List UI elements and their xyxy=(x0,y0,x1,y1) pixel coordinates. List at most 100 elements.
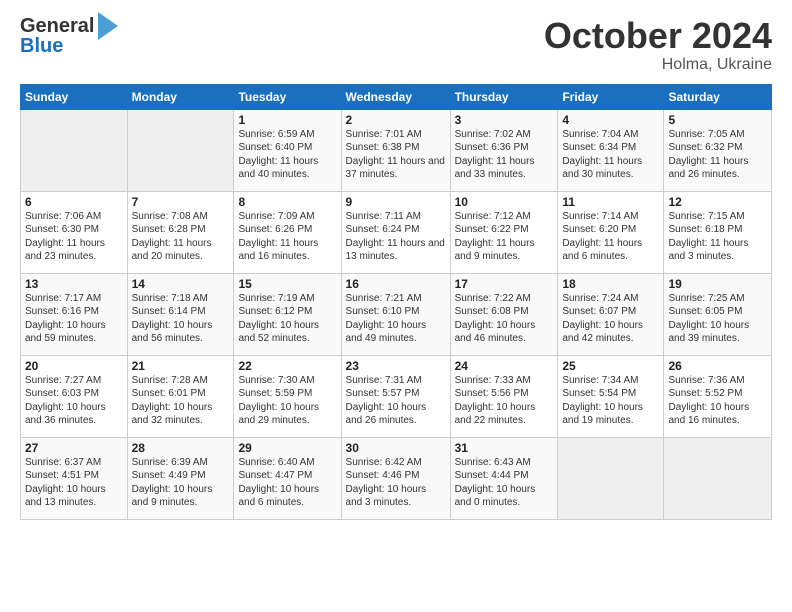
daylight: Daylight: 10 hours and 0 minutes. xyxy=(455,484,536,509)
daylight: Daylight: 11 hours and 9 minutes. xyxy=(455,238,535,263)
daylight: Daylight: 10 hours and 56 minutes. xyxy=(132,320,213,345)
day-info: Sunrise: 7:28 AM Sunset: 6:01 PM Dayligh… xyxy=(132,374,230,428)
sunset: Sunset: 4:49 PM xyxy=(132,470,206,481)
day-info: Sunrise: 7:09 AM Sunset: 6:26 PM Dayligh… xyxy=(238,210,336,264)
sunrise: Sunrise: 7:31 AM xyxy=(346,375,422,386)
day-number: 1 xyxy=(238,113,336,127)
calendar-cell xyxy=(127,109,234,191)
day-number: 24 xyxy=(455,359,554,373)
day-number: 23 xyxy=(346,359,446,373)
sunrise: Sunrise: 7:06 AM xyxy=(25,211,101,222)
calendar-cell: 11 Sunrise: 7:14 AM Sunset: 6:20 PM Dayl… xyxy=(558,191,664,273)
day-number: 18 xyxy=(562,277,659,291)
day-info: Sunrise: 7:01 AM Sunset: 6:38 PM Dayligh… xyxy=(346,128,446,182)
day-info: Sunrise: 7:30 AM Sunset: 5:59 PM Dayligh… xyxy=(238,374,336,428)
daylight: Daylight: 10 hours and 49 minutes. xyxy=(346,320,427,345)
sunrise: Sunrise: 7:05 AM xyxy=(668,129,744,140)
daylight: Daylight: 10 hours and 59 minutes. xyxy=(25,320,106,345)
daylight: Daylight: 11 hours and 23 minutes. xyxy=(25,238,105,263)
day-info: Sunrise: 6:42 AM Sunset: 4:46 PM Dayligh… xyxy=(346,456,446,510)
daylight: Daylight: 10 hours and 29 minutes. xyxy=(238,402,319,427)
sunrise: Sunrise: 7:08 AM xyxy=(132,211,208,222)
sunset: Sunset: 6:18 PM xyxy=(668,224,742,235)
daylight: Daylight: 10 hours and 42 minutes. xyxy=(562,320,643,345)
day-info: Sunrise: 7:02 AM Sunset: 6:36 PM Dayligh… xyxy=(455,128,554,182)
calendar-cell: 20 Sunrise: 7:27 AM Sunset: 6:03 PM Dayl… xyxy=(21,355,128,437)
sunset: Sunset: 6:16 PM xyxy=(25,306,99,317)
day-number: 26 xyxy=(668,359,767,373)
sunrise: Sunrise: 7:18 AM xyxy=(132,293,208,304)
calendar-cell: 21 Sunrise: 7:28 AM Sunset: 6:01 PM Dayl… xyxy=(127,355,234,437)
day-number: 3 xyxy=(455,113,554,127)
sunrise: Sunrise: 7:36 AM xyxy=(668,375,744,386)
day-number: 29 xyxy=(238,441,336,455)
sunrise: Sunrise: 7:30 AM xyxy=(238,375,314,386)
col-sunday: Sunday xyxy=(21,84,128,109)
daylight: Daylight: 11 hours and 3 minutes. xyxy=(668,238,748,263)
calendar-cell: 13 Sunrise: 7:17 AM Sunset: 6:16 PM Dayl… xyxy=(21,273,128,355)
day-number: 15 xyxy=(238,277,336,291)
sunset: Sunset: 5:54 PM xyxy=(562,388,636,399)
day-number: 27 xyxy=(25,441,123,455)
calendar-header-row: Sunday Monday Tuesday Wednesday Thursday… xyxy=(21,84,772,109)
sunrise: Sunrise: 7:11 AM xyxy=(346,211,421,222)
sunset: Sunset: 6:01 PM xyxy=(132,388,206,399)
daylight: Daylight: 10 hours and 16 minutes. xyxy=(668,402,749,427)
daylight: Daylight: 10 hours and 6 minutes. xyxy=(238,484,319,509)
sunrise: Sunrise: 7:21 AM xyxy=(346,293,422,304)
daylight: Daylight: 10 hours and 22 minutes. xyxy=(455,402,536,427)
calendar-cell: 28 Sunrise: 6:39 AM Sunset: 4:49 PM Dayl… xyxy=(127,437,234,519)
calendar-cell: 26 Sunrise: 7:36 AM Sunset: 5:52 PM Dayl… xyxy=(664,355,772,437)
day-number: 10 xyxy=(455,195,554,209)
sunrise: Sunrise: 6:37 AM xyxy=(25,457,101,468)
sunrise: Sunrise: 6:40 AM xyxy=(238,457,314,468)
daylight: Daylight: 10 hours and 39 minutes. xyxy=(668,320,749,345)
sunrise: Sunrise: 6:43 AM xyxy=(455,457,531,468)
calendar-cell: 1 Sunrise: 6:59 AM Sunset: 6:40 PM Dayli… xyxy=(234,109,341,191)
sunset: Sunset: 6:24 PM xyxy=(346,224,420,235)
col-thursday: Thursday xyxy=(450,84,558,109)
col-tuesday: Tuesday xyxy=(234,84,341,109)
calendar-cell: 27 Sunrise: 6:37 AM Sunset: 4:51 PM Dayl… xyxy=(21,437,128,519)
calendar-cell: 3 Sunrise: 7:02 AM Sunset: 6:36 PM Dayli… xyxy=(450,109,558,191)
sunset: Sunset: 6:26 PM xyxy=(238,224,312,235)
sunrise: Sunrise: 7:19 AM xyxy=(238,293,314,304)
month-title: October 2024 xyxy=(544,16,772,56)
calendar-cell: 24 Sunrise: 7:33 AM Sunset: 5:56 PM Dayl… xyxy=(450,355,558,437)
sunrise: Sunrise: 7:25 AM xyxy=(668,293,744,304)
day-info: Sunrise: 7:22 AM Sunset: 6:08 PM Dayligh… xyxy=(455,292,554,346)
calendar-cell: 31 Sunrise: 6:43 AM Sunset: 4:44 PM Dayl… xyxy=(450,437,558,519)
daylight: Daylight: 11 hours and 6 minutes. xyxy=(562,238,642,263)
title-section: October 2024 Holma, Ukraine xyxy=(544,16,772,74)
calendar-cell: 15 Sunrise: 7:19 AM Sunset: 6:12 PM Dayl… xyxy=(234,273,341,355)
sunset: Sunset: 6:08 PM xyxy=(455,306,529,317)
day-info: Sunrise: 7:21 AM Sunset: 6:10 PM Dayligh… xyxy=(346,292,446,346)
sunrise: Sunrise: 6:42 AM xyxy=(346,457,422,468)
day-info: Sunrise: 7:27 AM Sunset: 6:03 PM Dayligh… xyxy=(25,374,123,428)
sunset: Sunset: 4:51 PM xyxy=(25,470,99,481)
logo: General Blue xyxy=(20,16,118,56)
sunset: Sunset: 6:14 PM xyxy=(132,306,206,317)
calendar-week-1: 1 Sunrise: 6:59 AM Sunset: 6:40 PM Dayli… xyxy=(21,109,772,191)
day-number: 11 xyxy=(562,195,659,209)
calendar-cell xyxy=(21,109,128,191)
calendar-cell: 9 Sunrise: 7:11 AM Sunset: 6:24 PM Dayli… xyxy=(341,191,450,273)
day-number: 14 xyxy=(132,277,230,291)
sunrise: Sunrise: 6:59 AM xyxy=(238,129,314,140)
daylight: Daylight: 10 hours and 19 minutes. xyxy=(562,402,643,427)
day-number: 16 xyxy=(346,277,446,291)
day-info: Sunrise: 6:59 AM Sunset: 6:40 PM Dayligh… xyxy=(238,128,336,182)
sunset: Sunset: 5:57 PM xyxy=(346,388,420,399)
day-number: 31 xyxy=(455,441,554,455)
calendar-cell: 18 Sunrise: 7:24 AM Sunset: 6:07 PM Dayl… xyxy=(558,273,664,355)
sunrise: Sunrise: 7:01 AM xyxy=(346,129,422,140)
sunset: Sunset: 6:03 PM xyxy=(25,388,99,399)
day-info: Sunrise: 7:36 AM Sunset: 5:52 PM Dayligh… xyxy=(668,374,767,428)
daylight: Daylight: 11 hours and 40 minutes. xyxy=(238,156,318,181)
day-number: 4 xyxy=(562,113,659,127)
day-number: 25 xyxy=(562,359,659,373)
location: Holma, Ukraine xyxy=(544,56,772,74)
daylight: Daylight: 10 hours and 3 minutes. xyxy=(346,484,427,509)
col-monday: Monday xyxy=(127,84,234,109)
calendar-cell xyxy=(664,437,772,519)
